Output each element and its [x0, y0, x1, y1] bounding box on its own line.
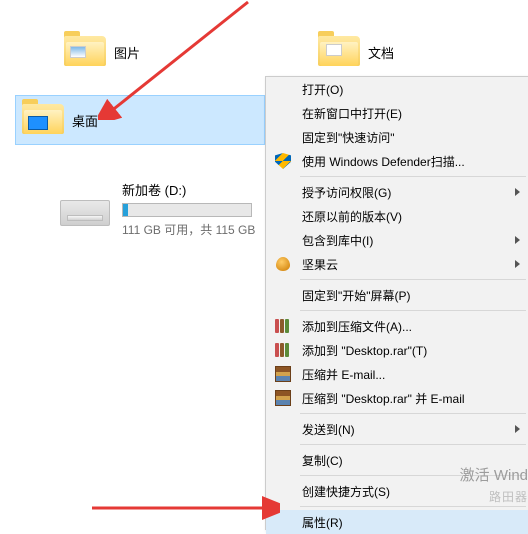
menu-send-to[interactable]: 发送到(N) [266, 417, 528, 441]
menu-separator [300, 279, 526, 280]
menu-include-library[interactable]: 包含到库中(I) [266, 228, 528, 252]
folder-icon [64, 34, 106, 70]
menu-label: 打开(O) [302, 81, 343, 98]
menu-separator [300, 506, 526, 507]
menu-properties[interactable]: 属性(R) [266, 510, 528, 534]
shield-icon [274, 152, 292, 170]
menu-archive-email[interactable]: 压缩并 E-mail... [266, 362, 528, 386]
drive-icon [60, 200, 110, 230]
menu-label: 包含到库中(I) [302, 232, 373, 249]
menu-separator [300, 444, 526, 445]
menu-open-new-window[interactable]: 在新窗口中打开(E) [266, 101, 528, 125]
books-icon [274, 341, 292, 359]
menu-separator [300, 413, 526, 414]
chevron-right-icon [515, 188, 520, 196]
folder-item-desktop[interactable]: 桌面 [15, 95, 265, 145]
menu-label: 固定到"快速访问" [302, 129, 395, 146]
menu-label: 属性(R) [302, 514, 343, 531]
context-menu: 打开(O) 在新窗口中打开(E) 固定到"快速访问" 使用 Windows De… [265, 76, 528, 530]
rar-icon [274, 389, 292, 407]
folder-label: 桌面 [72, 111, 98, 130]
menu-label: 创建快捷方式(S) [302, 483, 390, 500]
menu-pin-quick-access[interactable]: 固定到"快速访问" [266, 125, 528, 149]
menu-label: 复制(C) [302, 452, 343, 469]
nut-icon [274, 255, 292, 273]
chevron-right-icon [515, 425, 520, 433]
menu-label: 添加到 "Desktop.rar"(T) [302, 342, 427, 359]
menu-label: 添加到压缩文件(A)... [302, 318, 412, 335]
folder-label: 图片 [114, 43, 140, 62]
books-icon [274, 317, 292, 335]
menu-label: 固定到"开始"屏幕(P) [302, 287, 411, 304]
menu-label: 授予访问权限(G) [302, 184, 391, 201]
folder-icon [22, 102, 64, 138]
folder-icon [318, 34, 360, 70]
menu-pin-start[interactable]: 固定到"开始"屏幕(P) [266, 283, 528, 307]
menu-label: 还原以前的版本(V) [302, 208, 402, 225]
menu-archive-desktop-email[interactable]: 压缩到 "Desktop.rar" 并 E-mail [266, 386, 528, 410]
menu-defender-scan[interactable]: 使用 Windows Defender扫描... [266, 149, 528, 173]
chevron-right-icon [515, 236, 520, 244]
annotation-arrow [90, 480, 280, 520]
menu-archive-desktop[interactable]: 添加到 "Desktop.rar"(T) [266, 338, 528, 362]
drive-stats: 111 GB 可用，共 115 GB [122, 221, 255, 238]
chevron-right-icon [515, 260, 520, 268]
menu-label: 使用 Windows Defender扫描... [302, 153, 465, 170]
menu-grant-access[interactable]: 授予访问权限(G) [266, 180, 528, 204]
menu-label: 压缩到 "Desktop.rar" 并 E-mail [302, 390, 465, 407]
menu-archive-add[interactable]: 添加到压缩文件(A)... [266, 314, 528, 338]
menu-label: 发送到(N) [302, 421, 355, 438]
menu-jianguoyun[interactable]: 坚果云 [266, 252, 528, 276]
drive-usage-bar [122, 203, 252, 217]
drive-item[interactable]: 新加卷 (D:) 111 GB 可用，共 115 GB [60, 180, 255, 238]
menu-restore-previous[interactable]: 还原以前的版本(V) [266, 204, 528, 228]
menu-label: 在新窗口中打开(E) [302, 105, 402, 122]
menu-label: 坚果云 [302, 256, 338, 273]
drive-name: 新加卷 (D:) [122, 180, 255, 199]
menu-open[interactable]: 打开(O) [266, 77, 528, 101]
menu-separator [300, 176, 526, 177]
rar-icon [274, 365, 292, 383]
menu-separator [300, 310, 526, 311]
watermark-text: 路田器 [489, 488, 528, 505]
folder-item-pictures[interactable]: 图片 [56, 30, 148, 74]
menu-label: 压缩并 E-mail... [302, 366, 385, 383]
activate-windows-text: 激活 Wind [460, 464, 528, 485]
folder-item-documents[interactable]: 文档 [310, 30, 402, 74]
folder-label: 文档 [368, 43, 394, 62]
